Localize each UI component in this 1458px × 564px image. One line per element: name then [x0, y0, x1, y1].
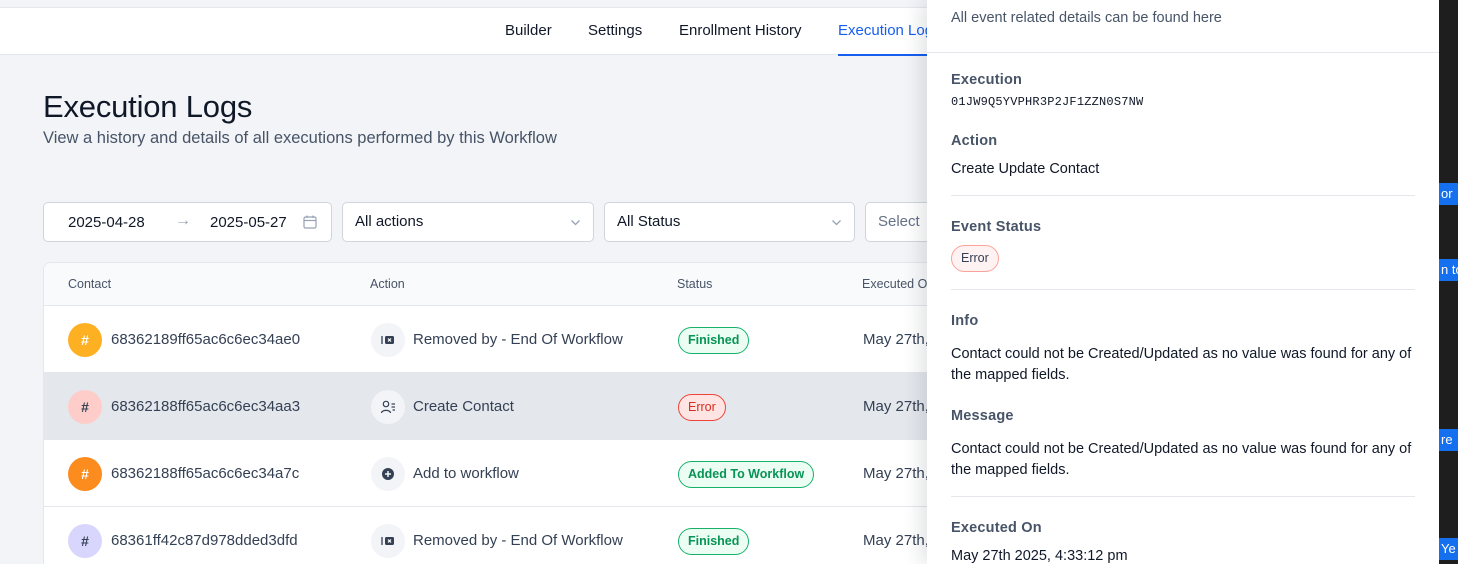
remove-icon — [371, 323, 405, 357]
contact-id[interactable]: 68362188ff65ac6c6ec34a7c — [111, 465, 299, 482]
header-contact: Contact — [68, 277, 112, 291]
background-editor-strip: or n to re Ye — [1439, 0, 1458, 564]
avatar: # — [68, 323, 102, 357]
message-value: Contact could not be Created/Updated as … — [951, 441, 1412, 478]
executed-on-value: May 27th 2025, 4:33:12 pm — [951, 548, 1128, 564]
action-label: Action — [951, 133, 998, 149]
status-badge: Added To Workflow — [678, 461, 815, 488]
status-badge: Finished — [678, 327, 750, 354]
status-badge: Error — [678, 394, 726, 421]
action-label: Add to workflow — [413, 465, 519, 482]
header-executed-on: Executed O — [862, 277, 928, 291]
divider — [951, 496, 1415, 497]
chevron-down-icon — [832, 220, 841, 226]
action-label: Removed by - End Of Workflow — [413, 532, 623, 549]
contact-id[interactable]: 68361ff42c87d978dded3dfd — [111, 532, 298, 549]
date-range-picker[interactable]: 2025-04-28 → 2025-05-27 — [43, 202, 332, 242]
tab-builder[interactable]: Builder — [505, 8, 552, 55]
execution-id: 01JW9Q5YVPHR3P2JF1ZZN0S7NW — [951, 95, 1144, 109]
actions-select-value: All actions — [355, 213, 424, 230]
background-chip: Ye — [1439, 538, 1458, 560]
actions-select[interactable]: All actions — [342, 202, 594, 242]
info-label: Info — [951, 313, 979, 329]
date-end[interactable]: 2025-05-27 — [210, 214, 287, 231]
drawer-header: All event related details can be found h… — [927, 0, 1439, 53]
background-chip: re — [1439, 429, 1458, 451]
plus-circle-icon — [371, 457, 405, 491]
status-select-value: All Status — [617, 213, 681, 230]
message-label: Message — [951, 408, 1014, 424]
action-label: Removed by - End Of Workflow — [413, 331, 623, 348]
table-row[interactable]: # 68361ff42c87d978dded3dfd Removed by - … — [44, 507, 942, 564]
status-badge: Finished — [678, 528, 750, 555]
executed-on: May 27th, — [863, 331, 929, 348]
execution-logs-table: Contact Action Status Executed O # 68362… — [43, 262, 943, 564]
tab-bar: Builder Settings Enrollment History Exec… — [0, 8, 945, 56]
calendar-icon[interactable] — [303, 215, 317, 229]
page-title: Execution Logs — [43, 89, 253, 124]
date-start[interactable]: 2025-04-28 — [68, 214, 145, 231]
executed-on: May 27th, — [863, 465, 929, 482]
header-action: Action — [370, 277, 405, 291]
user-list-icon — [371, 390, 405, 424]
event-status-badge: Error — [951, 245, 999, 272]
table-header: Contact Action Status Executed O — [44, 263, 942, 306]
table-row[interactable]: # 68362188ff65ac6c6ec34aa3 Create Contac… — [44, 373, 942, 440]
status-select[interactable]: All Status — [604, 202, 855, 242]
execution-label: Execution — [951, 72, 1023, 88]
arrow-right-icon: → — [175, 212, 191, 229]
avatar: # — [68, 524, 102, 558]
page-subtitle: View a history and details of all execut… — [43, 129, 557, 147]
chevron-down-icon — [571, 220, 580, 226]
table-row[interactable]: # 68362188ff65ac6c6ec34a7c Add to workfl… — [44, 440, 942, 507]
tab-execution-logs[interactable]: Execution Logs — [838, 8, 945, 56]
drawer-subtitle: All event related details can be found h… — [951, 10, 1222, 26]
avatar: # — [68, 457, 102, 491]
top-strip — [0, 0, 930, 8]
contact-id[interactable]: 68362188ff65ac6c6ec34aa3 — [111, 398, 300, 415]
action-value: Create Update Contact — [951, 161, 1100, 177]
select-filter-placeholder: Select — [878, 213, 920, 230]
action-label: Create Contact — [413, 398, 514, 415]
avatar: # — [68, 390, 102, 424]
tab-settings[interactable]: Settings — [588, 8, 642, 55]
background-chip: n to — [1439, 259, 1458, 281]
info-value: Contact could not be Created/Updated as … — [951, 346, 1412, 383]
divider — [951, 289, 1415, 290]
remove-icon — [371, 524, 405, 558]
divider — [951, 195, 1415, 196]
table-row[interactable]: # 68362189ff65ac6c6ec34ae0 Removed by - … — [44, 306, 942, 373]
tab-enrollment-history[interactable]: Enrollment History — [679, 8, 802, 55]
executed-on: May 27th, — [863, 532, 929, 549]
event-status-label: Event Status — [951, 219, 1042, 235]
executed-on-label: Executed On — [951, 520, 1042, 536]
header-status: Status — [677, 277, 713, 291]
event-details-drawer: All event related details can be found h… — [927, 0, 1439, 564]
background-chip: or — [1439, 183, 1458, 205]
contact-id[interactable]: 68362189ff65ac6c6ec34ae0 — [111, 331, 300, 348]
executed-on: May 27th, — [863, 398, 929, 415]
